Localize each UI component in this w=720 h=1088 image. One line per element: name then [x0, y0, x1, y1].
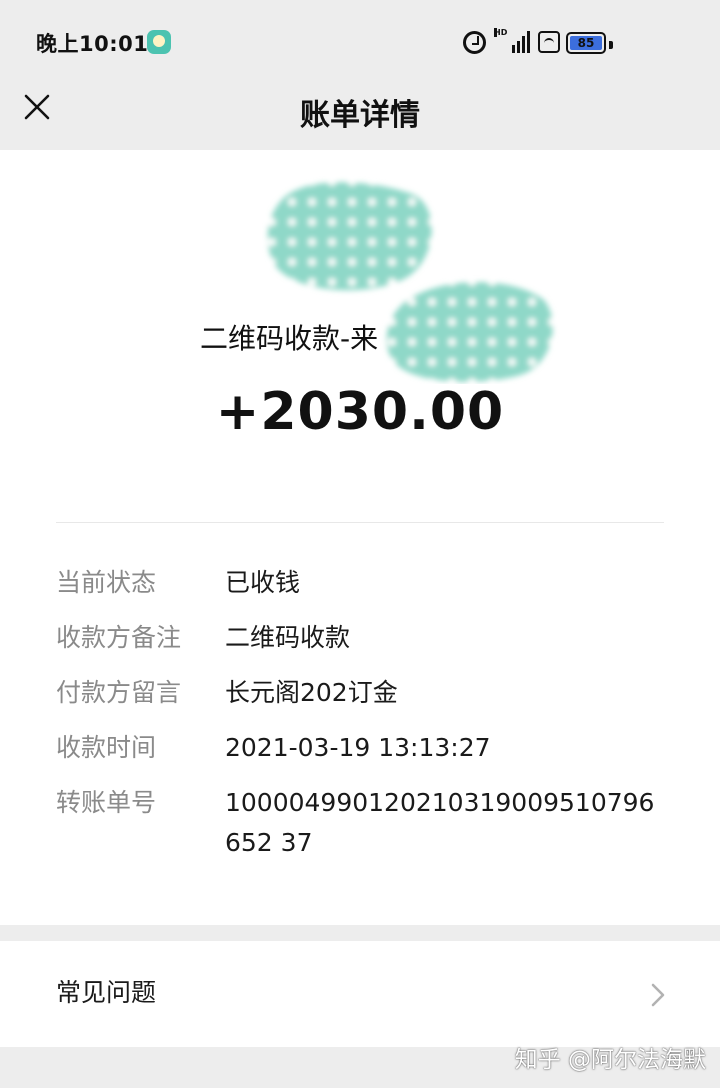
detail-label: 收款时间 — [56, 733, 157, 762]
status-time: 晚上10:01 — [36, 32, 149, 56]
detail-label: 当前状态 — [56, 568, 157, 597]
chevron-right-icon — [651, 983, 665, 1007]
detail-value: 二维码收款 — [225, 623, 351, 652]
detail-value: 已收钱 — [225, 568, 301, 597]
watermark: 知乎 @阿尔法海默 — [514, 1047, 706, 1073]
bill-detail-card: 二维码收款-来 +2030.00 当前状态 已收钱 收款方备注 二维码收款 付款… — [0, 150, 720, 925]
faq-entry[interactable]: 常见问题 — [0, 941, 720, 1047]
signal-icon: HD — [494, 28, 530, 53]
detail-value[interactable]: 100004990120210319009510796652 37 — [225, 783, 665, 863]
faq-label: 常见问题 — [56, 978, 157, 1007]
nav-bar: 账单详情 — [0, 82, 720, 150]
status-indicators: HD — [463, 28, 560, 56]
status-bar: 晚上10:01 HD 85 — [0, 0, 720, 82]
detail-label: 转账单号 — [56, 788, 157, 817]
divider — [56, 522, 664, 523]
merchant-name: 二维码收款-来 — [200, 322, 379, 355]
detail-value: 2021-03-19 13:13:27 — [225, 733, 491, 762]
detail-label: 收款方备注 — [56, 623, 182, 652]
signal-hd-label: HD — [494, 28, 508, 37]
alarm-icon — [463, 30, 486, 54]
detail-label: 付款方留言 — [56, 678, 182, 707]
battery-level: 85 — [570, 36, 602, 50]
detail-value: 长元阁202订金 — [225, 678, 398, 707]
amount: +2030.00 — [215, 382, 505, 442]
wifi-icon — [538, 31, 560, 53]
app-notification-icon — [147, 30, 171, 54]
page-title: 账单详情 — [300, 98, 420, 133]
